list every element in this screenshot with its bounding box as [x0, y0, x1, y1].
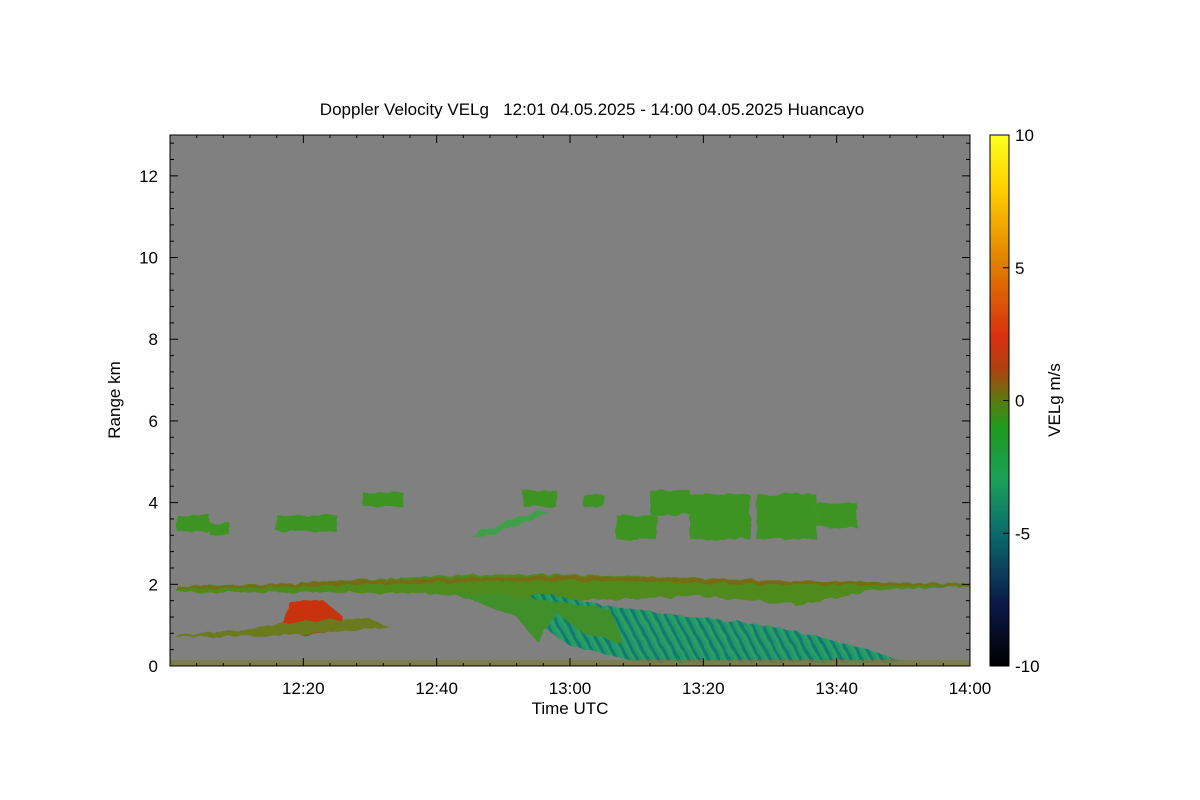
mid-cloud-patch	[363, 492, 404, 507]
x-tick-label: 13:40	[815, 679, 858, 698]
y-tick-label: 6	[149, 412, 158, 431]
colorbar-tick-label: 10	[1015, 126, 1034, 145]
chart-title: Doppler Velocity VELg 12:01 04.05.2025 -…	[320, 100, 864, 119]
colorbar-tick-label: 0	[1015, 392, 1024, 411]
doppler-velocity-chart: Doppler Velocity VELg 12:01 04.05.2025 -…	[105, 100, 1064, 718]
colorbar-tick-label: 5	[1015, 259, 1024, 278]
x-tick-label: 13:20	[682, 679, 725, 698]
colorbar-tick-label: -5	[1015, 524, 1030, 543]
x-axis-label: Time UTC	[532, 699, 609, 718]
mid-cloud-patch	[523, 490, 557, 507]
mid-cloud-patch	[816, 502, 857, 528]
y-tick-label: 8	[149, 330, 158, 349]
colorbar-tick-label: -10	[1015, 657, 1040, 676]
y-tick-label: 4	[149, 494, 158, 513]
y-tick-label: 12	[139, 167, 158, 186]
colorbar-label: VELg m/s	[1045, 363, 1064, 437]
mid-cloud-patch	[650, 490, 690, 515]
mid-cloud-patch	[276, 514, 337, 532]
mid-cloud-patch	[616, 514, 657, 540]
x-tick-label: 13:00	[549, 679, 592, 698]
y-axis-label: Range km	[105, 361, 124, 438]
mid-cloud-patch	[756, 494, 817, 540]
mid-cloud-patch	[583, 494, 604, 507]
x-tick-label: 14:00	[949, 679, 992, 698]
y-tick-label: 10	[139, 249, 158, 268]
y-tick-label: 0	[149, 657, 158, 676]
x-tick-label: 12:20	[282, 679, 325, 698]
y-tick-label: 2	[149, 575, 158, 594]
mid-cloud-patch	[210, 523, 230, 536]
x-tick-label: 12:40	[415, 679, 458, 698]
mid-cloud-patch	[176, 514, 210, 532]
mid-cloud-patch	[690, 494, 750, 540]
